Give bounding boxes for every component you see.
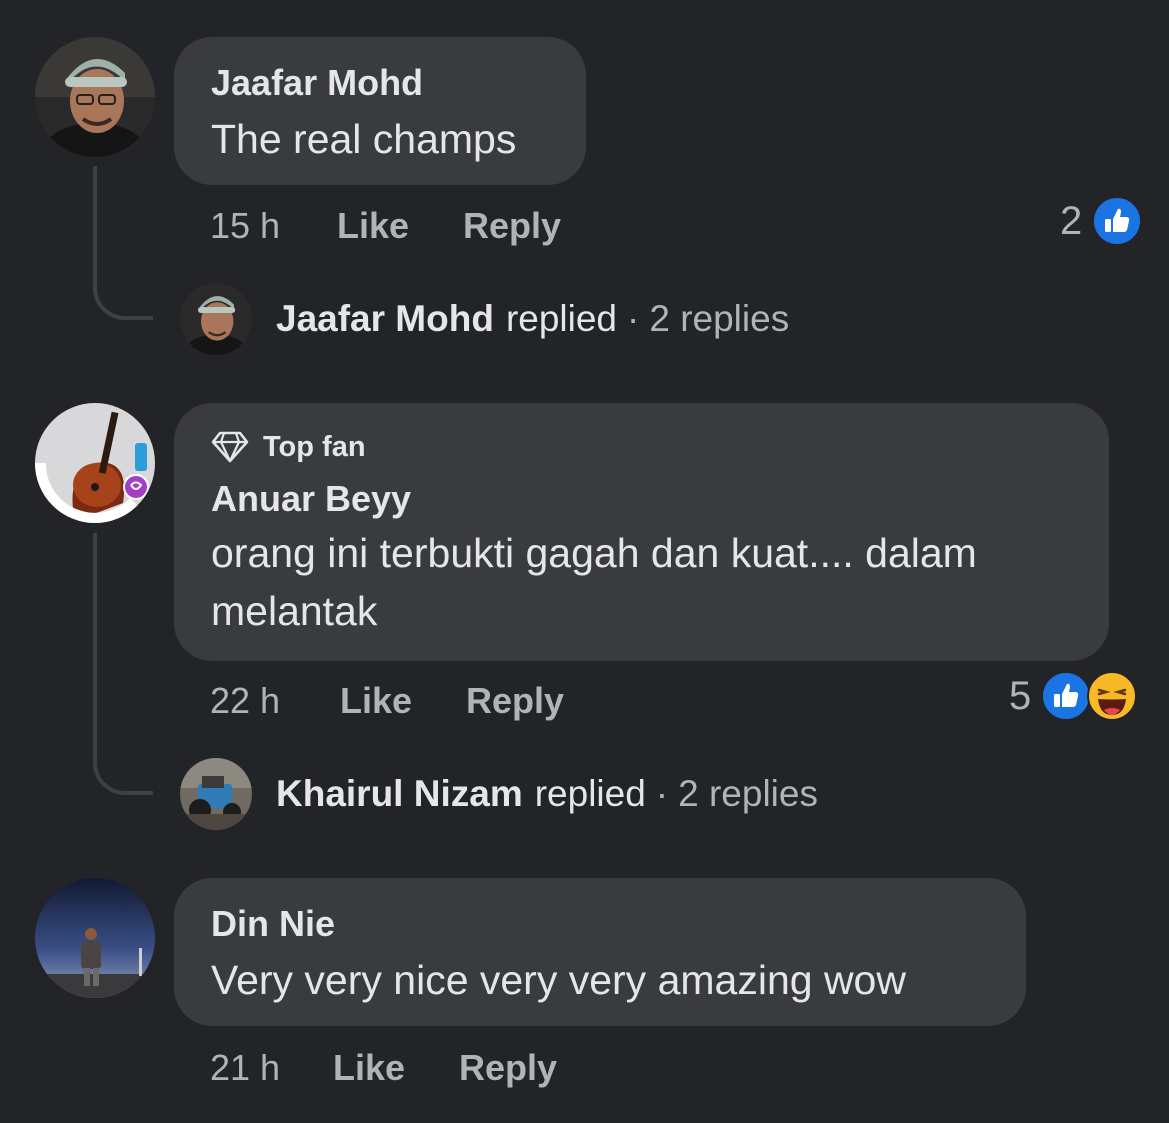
reply-avatar-image bbox=[180, 283, 252, 355]
comment-author-name[interactable]: Din Nie bbox=[211, 903, 335, 945]
comments-panel: Jaafar Mohd The real champs 15 h Like Re… bbox=[0, 0, 1169, 1123]
haha-icon bbox=[1087, 671, 1138, 721]
top-fan-label: Top fan bbox=[263, 430, 366, 463]
comment-text: The real champs bbox=[211, 116, 517, 162]
separator-dot: · bbox=[627, 298, 640, 339]
reply-avatar-image bbox=[180, 758, 252, 830]
like-icon bbox=[1092, 196, 1143, 246]
reply-button[interactable]: Reply bbox=[463, 205, 561, 247]
reply-count: 2 replies bbox=[678, 773, 818, 814]
top-fan-badge[interactable]: Top fan bbox=[211, 430, 366, 464]
reply-verb: replied bbox=[505, 298, 618, 339]
view-replies-link[interactable]: Khairul Nizam replied · 2 replies bbox=[276, 773, 818, 815]
reply-avatar-jaafar-mohd[interactable] bbox=[180, 283, 252, 355]
view-replies-link[interactable]: Jaafar Mohd replied · 2 replies bbox=[276, 298, 789, 340]
reaction-count: 2 bbox=[1060, 198, 1083, 243]
avatar-din-nie-image bbox=[35, 878, 155, 998]
separator-dot: · bbox=[655, 773, 669, 814]
diamond-icon bbox=[211, 431, 249, 463]
comment-text: Very very nice very very amazing wow bbox=[211, 957, 906, 1003]
like-button[interactable]: Like bbox=[333, 1047, 405, 1089]
reaction-summary[interactable]: 2 bbox=[1060, 196, 1143, 246]
comment-timestamp[interactable]: 22 h bbox=[210, 680, 280, 722]
avatar-anuar-beyy-image bbox=[35, 403, 155, 523]
reply-author-name: Jaafar Mohd bbox=[276, 298, 494, 339]
reply-button[interactable]: Reply bbox=[466, 680, 564, 722]
thread-connector bbox=[93, 166, 153, 320]
reply-count: 2 replies bbox=[649, 298, 790, 339]
reply-avatar-khairul-nizam[interactable] bbox=[180, 758, 252, 830]
thread-connector bbox=[93, 533, 153, 795]
reaction-count: 5 bbox=[1009, 673, 1032, 718]
avatar-jaafar-mohd-image bbox=[35, 37, 155, 157]
comment-author-name[interactable]: Jaafar Mohd bbox=[211, 62, 423, 104]
reply-button[interactable]: Reply bbox=[459, 1047, 557, 1089]
like-button[interactable]: Like bbox=[337, 205, 409, 247]
avatar-anuar-beyy[interactable] bbox=[35, 403, 155, 523]
reply-author-name: Khairul Nizam bbox=[276, 773, 523, 814]
comment-timestamp[interactable]: 21 h bbox=[210, 1047, 280, 1089]
avatar-din-nie[interactable] bbox=[35, 878, 155, 998]
like-button[interactable]: Like bbox=[340, 680, 412, 722]
comment-timestamp[interactable]: 15 h bbox=[210, 205, 280, 247]
comment-text: orang ini terbukti gagah dan kuat.... da… bbox=[211, 530, 977, 634]
comment-author-name[interactable]: Anuar Beyy bbox=[211, 478, 411, 520]
avatar-jaafar-mohd[interactable] bbox=[35, 37, 155, 157]
reaction-summary[interactable]: 5 bbox=[1009, 671, 1138, 721]
like-icon bbox=[1041, 671, 1092, 721]
reply-verb: replied bbox=[534, 773, 646, 814]
